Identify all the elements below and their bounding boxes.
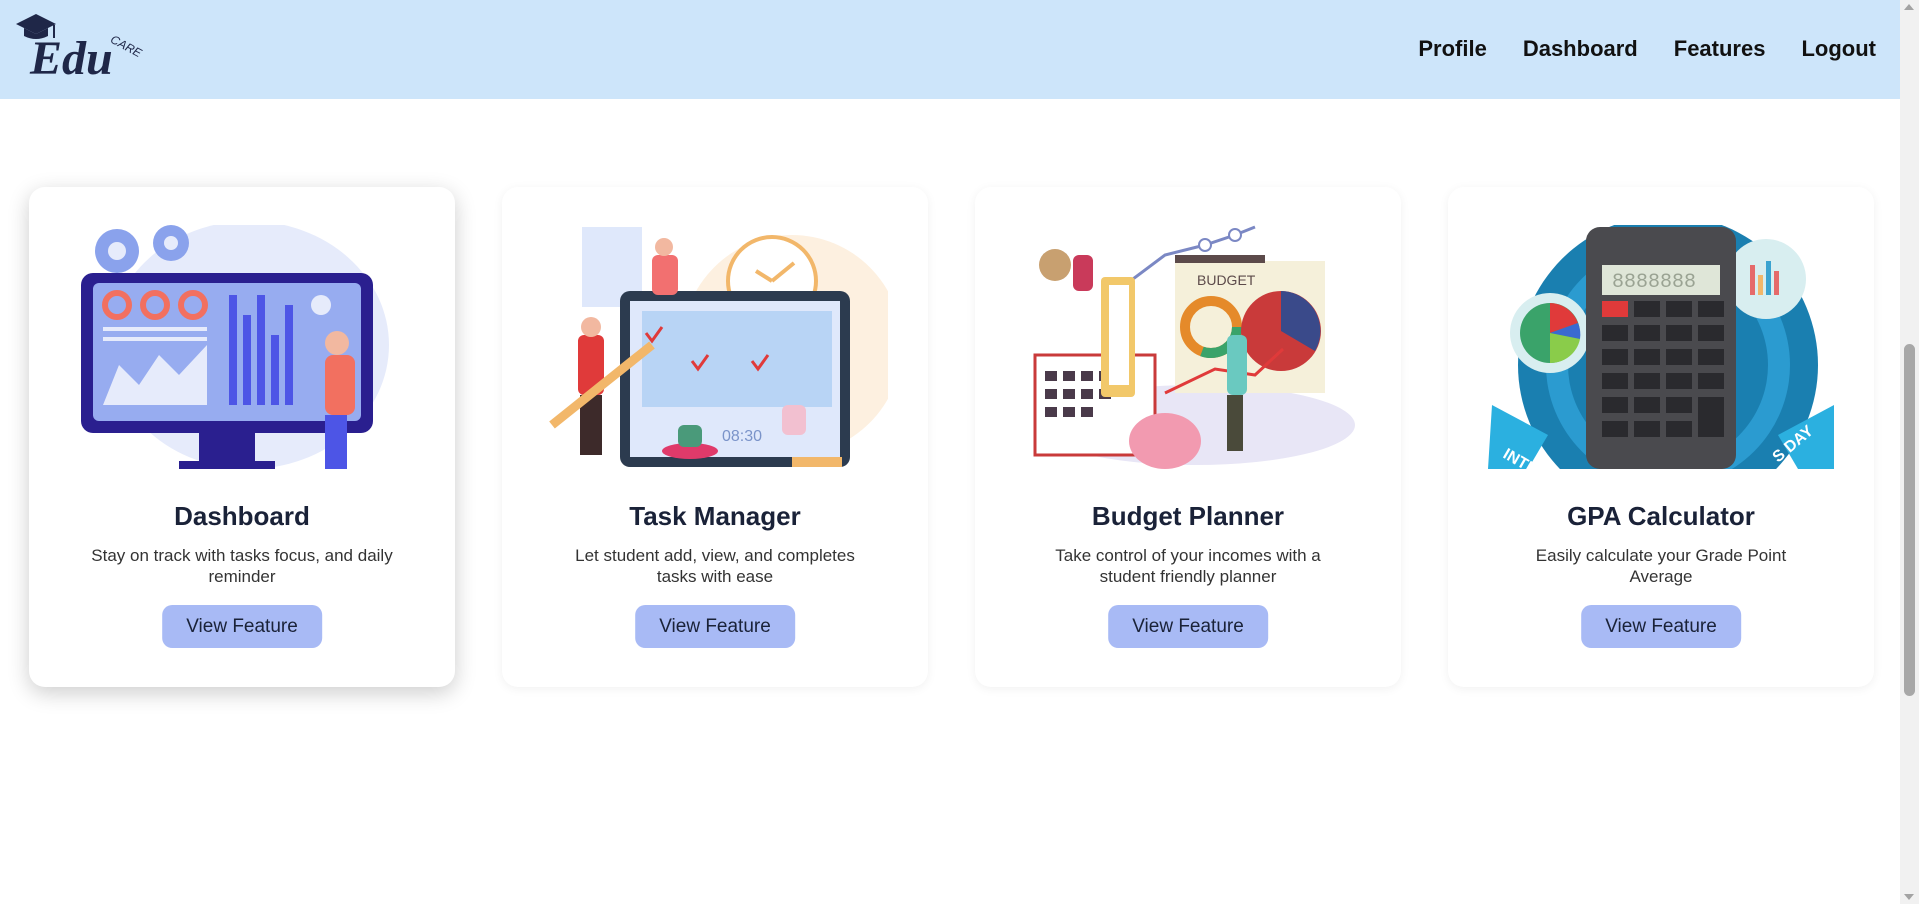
view-feature-button-dashboard[interactable]: View Feature xyxy=(162,605,322,648)
view-feature-button-gpa-calculator[interactable]: View Feature xyxy=(1581,605,1741,648)
calculator-display: 8888888 xyxy=(1612,271,1696,294)
nav-dashboard[interactable]: Dashboard xyxy=(1523,36,1638,62)
task-manager-illustration: 08:30 xyxy=(549,227,888,467)
view-feature-button-task-manager[interactable]: View Feature xyxy=(635,605,795,648)
scroll-up-arrow-icon[interactable] xyxy=(1904,4,1914,10)
card-title: Task Manager xyxy=(629,501,801,531)
logo-text: Edu xyxy=(29,32,113,84)
budget-planner-illustration: BUDGET xyxy=(1033,225,1355,469)
scroll-down-arrow-icon[interactable] xyxy=(1904,894,1914,900)
feature-card-dashboard[interactable]: Dashboard Stay on track with tasks focus… xyxy=(29,187,455,687)
top-navbar: Edu CARE Profile Dashboard Features Logo… xyxy=(0,0,1900,99)
card-description: Easily calculate your Grade Point Averag… xyxy=(1535,546,1787,586)
nav-profile[interactable]: Profile xyxy=(1418,36,1486,62)
clock-text: 08:30 xyxy=(722,428,762,445)
card-description: Stay on track with tasks focus, and dail… xyxy=(91,546,393,586)
logo-tagline: CARE xyxy=(108,32,145,60)
gpa-calculator-illustration: INTER S DAY 8888888 xyxy=(1488,225,1834,469)
card-title: GPA Calculator xyxy=(1567,501,1755,531)
vertical-scrollbar[interactable] xyxy=(1900,0,1919,904)
nav-logout[interactable]: Logout xyxy=(1801,36,1876,62)
board-text: BUDGET xyxy=(1197,272,1256,288)
card-title: Dashboard xyxy=(174,501,310,531)
educare-logo[interactable]: Edu CARE xyxy=(14,4,164,84)
dashboard-illustration xyxy=(81,225,389,469)
card-description: Let student add, view, and completes tas… xyxy=(575,546,855,586)
main-nav: Profile Dashboard Features Logout xyxy=(1418,36,1876,62)
card-description: Take control of your incomes with a stud… xyxy=(1055,546,1321,586)
scroll-thumb[interactable] xyxy=(1904,344,1915,696)
page: Edu CARE Profile Dashboard Features Logo… xyxy=(0,0,1919,904)
nav-features[interactable]: Features xyxy=(1674,36,1766,62)
feature-card-budget-planner[interactable]: BUDGET Budget Planner Take control of yo… xyxy=(975,187,1401,687)
view-feature-button-budget-planner[interactable]: View Feature xyxy=(1108,605,1268,648)
feature-cards: Dashboard Stay on track with tasks focus… xyxy=(29,187,1874,687)
feature-card-gpa-calculator[interactable]: INTER S DAY 8888888 GPA Calculator Easil… xyxy=(1448,187,1874,687)
feature-card-task-manager[interactable]: 08:30 Task Manager Let student add, view… xyxy=(502,187,928,687)
card-title: Budget Planner xyxy=(1091,501,1285,531)
